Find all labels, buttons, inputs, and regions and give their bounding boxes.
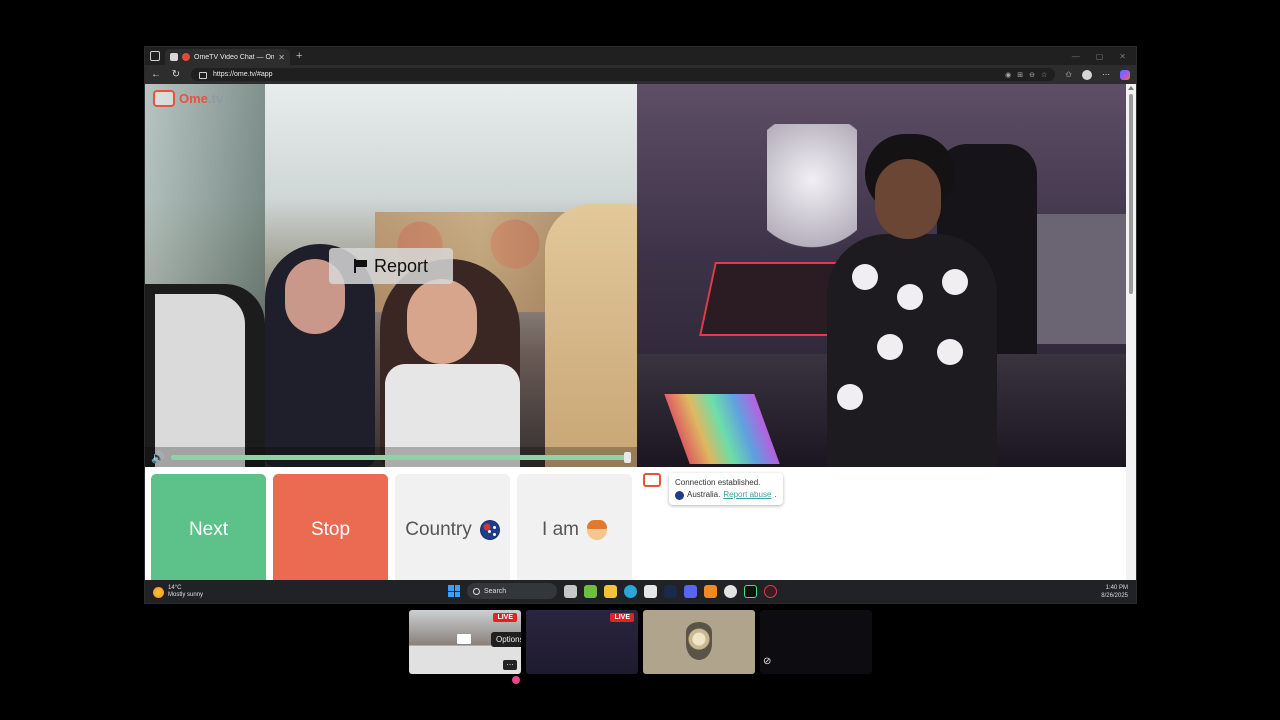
address-bar-row: ← ↻ https://ome.tv/#app ◉ ⊞ ⊖ ☆ ✩ ⋯ xyxy=(145,65,1136,84)
temperature: 14°C xyxy=(168,585,182,591)
photoshop-icon[interactable] xyxy=(664,584,677,598)
taskbar-apps: Search xyxy=(448,583,777,599)
ometv-page: Ome.tv Report 🔊 Next Stop Country I am C… xyxy=(145,84,1128,580)
minimize-icon[interactable]: — xyxy=(1072,52,1080,61)
browser-window: OmeTV Video Chat — Ome. ✕ + — ▢ ✕ ← ↻ ht… xyxy=(144,46,1137,604)
tab-ometv[interactable]: OmeTV Video Chat — Ome. ✕ xyxy=(165,49,290,65)
stream-thumbnails: LIVE Options … LIVE xyxy=(409,610,872,674)
monitor-icon xyxy=(457,634,471,644)
system-clock[interactable]: 1:40 PM 8/26/2025 xyxy=(1101,584,1128,600)
australia-flag-icon xyxy=(479,520,500,540)
close-tab-icon[interactable]: ✕ xyxy=(278,53,285,62)
edge-icon[interactable] xyxy=(624,584,637,598)
live-badge: LIVE xyxy=(493,613,517,622)
tab-bar: OmeTV Video Chat — Ome. ✕ + — ▢ ✕ xyxy=(145,47,1136,65)
ometv-favicon-icon xyxy=(182,53,190,61)
thumbnail-3[interactable] xyxy=(643,610,755,674)
gender-button[interactable]: I am xyxy=(517,474,632,580)
windows-start-icon[interactable] xyxy=(448,585,460,597)
thumbnail-1[interactable]: LIVE Options … xyxy=(409,610,521,674)
flag-icon xyxy=(353,259,368,273)
obs-icon[interactable] xyxy=(764,584,777,598)
self-video xyxy=(637,84,1128,467)
more-menu-icon[interactable]: ⋯ xyxy=(1102,70,1110,79)
ometv-logo: Ome.tv xyxy=(153,90,223,107)
volume-control: 🔊 xyxy=(145,447,637,467)
report-abuse-link[interactable]: Report abuse xyxy=(723,489,771,501)
thumbnail-4[interactable] xyxy=(760,610,872,674)
vlc-icon[interactable] xyxy=(704,584,717,598)
volume-handle[interactable] xyxy=(624,451,631,463)
weather-widget[interactable]: 14°C Mostly sunny xyxy=(153,585,203,599)
sun-icon xyxy=(153,586,164,598)
favorite-star-icon[interactable]: ☆ xyxy=(1041,71,1047,79)
police-badge-icon xyxy=(686,622,712,660)
address-bar[interactable]: https://ome.tv/#app ◉ ⊞ ⊖ ☆ xyxy=(191,68,1056,81)
stranger-video: Ome.tv Report 🔊 xyxy=(145,84,637,467)
taskbar-search[interactable]: Search xyxy=(467,583,557,599)
system-message: Connection established. Australia. Repor… xyxy=(669,473,783,505)
camera-permission-icon[interactable]: ◉ xyxy=(1005,71,1011,79)
boy-icon xyxy=(586,520,607,540)
workspaces-button[interactable] xyxy=(145,47,165,65)
country-button[interactable]: Country xyxy=(395,474,510,580)
windows-taskbar: 14°C Mostly sunny Search 1:40 PM 8/26/20… xyxy=(145,580,1136,603)
close-window-icon[interactable]: ✕ xyxy=(1119,52,1126,61)
copilot-icon[interactable] xyxy=(1120,69,1130,80)
next-button[interactable]: Next xyxy=(151,474,266,580)
tv-logo-icon xyxy=(153,90,175,107)
back-icon[interactable]: ← xyxy=(151,69,161,80)
tab-mute-icon[interactable] xyxy=(170,53,178,61)
options-tooltip: Options xyxy=(491,632,521,647)
workspaces-icon xyxy=(150,51,160,61)
stop-button[interactable]: Stop xyxy=(273,474,388,580)
report-button[interactable]: Report xyxy=(329,248,453,284)
window-controls: — ▢ ✕ xyxy=(1072,52,1136,61)
chat-controls: Next Stop Country I am xyxy=(151,474,632,580)
volume-slider[interactable] xyxy=(170,451,631,463)
refresh-icon[interactable]: ↻ xyxy=(171,69,181,80)
task-view-icon[interactable] xyxy=(564,584,577,598)
search-icon xyxy=(473,587,480,595)
australia-flag-small-icon xyxy=(675,490,684,500)
thumbnail-2[interactable]: LIVE xyxy=(526,610,638,674)
chat-panel: Connection established. Australia. Repor… xyxy=(637,467,1128,580)
cursor-icon xyxy=(512,676,520,684)
discord-icon[interactable] xyxy=(684,584,697,598)
connection-status: Connection established. xyxy=(675,478,761,487)
favorites-icon[interactable]: ✩ xyxy=(1065,70,1072,79)
mic-muted-icon: ⊘ xyxy=(763,656,772,667)
report-label: Report xyxy=(373,255,429,276)
terminal-icon[interactable] xyxy=(744,584,757,598)
partner-country: Australia. xyxy=(687,490,721,499)
chrome-icon[interactable] xyxy=(724,584,737,598)
tab-title: OmeTV Video Chat — Ome. xyxy=(194,53,275,61)
speaker-icon[interactable]: 🔊 xyxy=(151,451,165,464)
new-tab-button[interactable]: + xyxy=(296,50,302,62)
store-icon[interactable] xyxy=(644,584,657,598)
app-available-icon[interactable]: ⊞ xyxy=(1017,71,1023,79)
scrollbar-thumb[interactable] xyxy=(1129,94,1133,294)
zoom-icon[interactable]: ⊖ xyxy=(1029,71,1035,79)
nvidia-icon[interactable] xyxy=(584,584,597,598)
more-options-icon[interactable]: … xyxy=(503,659,517,670)
file-explorer-icon[interactable] xyxy=(604,584,617,598)
url-text: https://ome.tv/#app xyxy=(213,71,273,78)
maximize-icon[interactable]: ▢ xyxy=(1096,52,1104,61)
weather-text: Mostly sunny xyxy=(168,592,204,598)
ometv-chat-icon xyxy=(643,473,661,487)
profile-avatar[interactable] xyxy=(1082,69,1092,80)
volume-fill xyxy=(170,454,631,460)
page-scrollbar[interactable] xyxy=(1126,84,1136,580)
live-badge: LIVE xyxy=(610,613,634,622)
site-info-icon[interactable] xyxy=(199,72,207,79)
